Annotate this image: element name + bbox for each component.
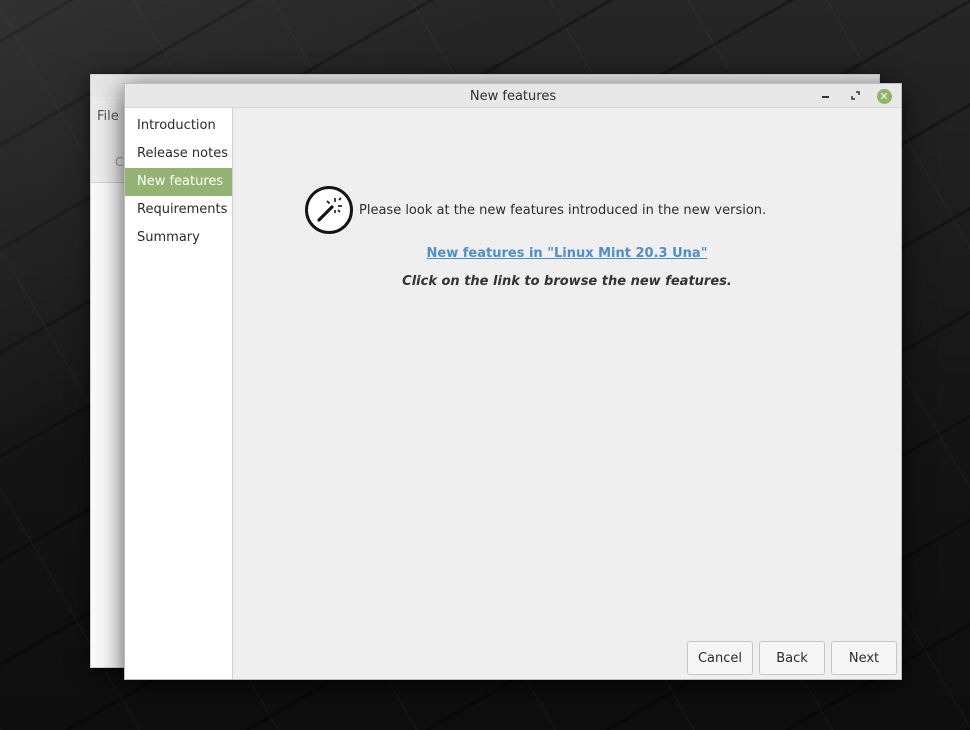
menu-file[interactable]: File xyxy=(97,109,119,124)
cancel-button[interactable]: Cancel xyxy=(687,641,753,675)
main-content: Please look at the new features introduc… xyxy=(233,108,901,679)
titlebar[interactable]: New features ✕ xyxy=(125,84,901,108)
back-button[interactable]: Back xyxy=(759,641,825,675)
maximize-icon xyxy=(850,90,860,103)
upgrade-dialog: New features ✕ Introduction Release note… xyxy=(124,83,902,680)
close-button[interactable]: ✕ xyxy=(876,88,892,104)
sidebar-item-new-features[interactable]: New features xyxy=(125,168,232,196)
close-icon: ✕ xyxy=(876,88,892,104)
hint-text: Click on the link to browse the new feat… xyxy=(402,274,732,289)
background-toolbar-label: C xyxy=(115,155,124,169)
sidebar-item-introduction[interactable]: Introduction xyxy=(125,112,232,140)
maximize-button[interactable] xyxy=(847,88,863,104)
intro-text: Please look at the new features introduc… xyxy=(359,202,767,218)
minimize-icon xyxy=(821,94,829,98)
sidebar: Introduction Release notes New features … xyxy=(125,108,233,679)
sidebar-item-release-notes[interactable]: Release notes xyxy=(125,140,232,168)
sidebar-item-summary[interactable]: Summary xyxy=(125,224,232,252)
minimize-button[interactable] xyxy=(817,88,833,104)
new-features-link[interactable]: New features in "Linux Mint 20.3 Una" xyxy=(233,246,901,261)
intro-row: Please look at the new features introduc… xyxy=(305,186,766,234)
window-title: New features xyxy=(469,89,557,104)
magic-wand-icon xyxy=(305,186,353,234)
sidebar-item-requirements[interactable]: Requirements xyxy=(125,196,232,224)
next-button[interactable]: Next xyxy=(831,641,897,675)
